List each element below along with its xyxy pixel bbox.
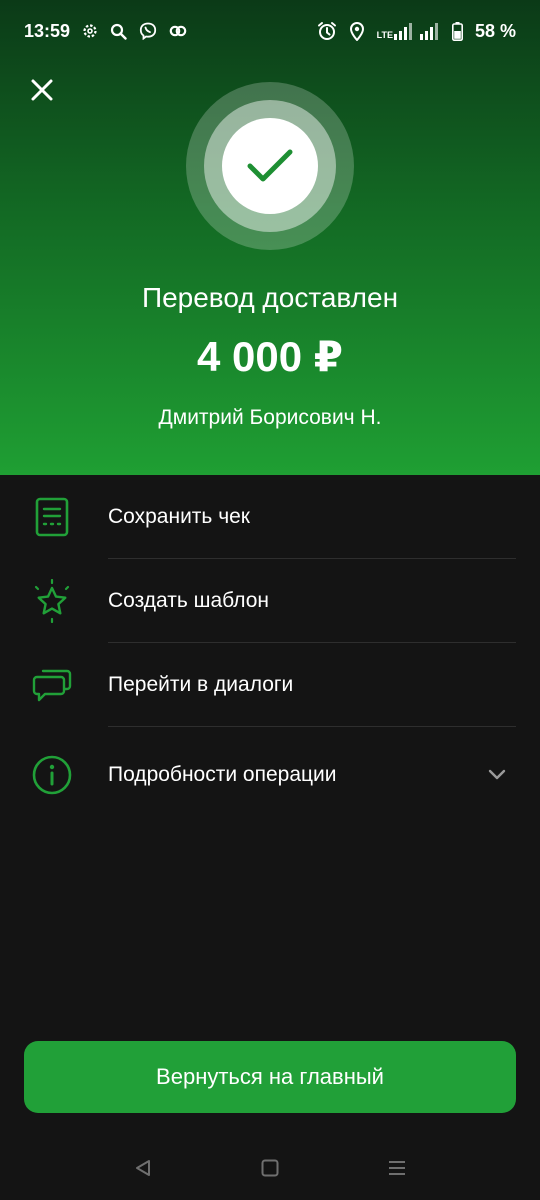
settings-icon (83, 24, 97, 38)
open-dialogs-item[interactable]: Перейти в диалоги (0, 643, 540, 727)
link-icon (169, 25, 187, 37)
info-icon (32, 755, 72, 795)
create-template-label: Создать шаблон (108, 589, 270, 612)
back-triangle-icon (136, 1160, 151, 1176)
recipient-name: Дмитрий Борисович Н. (158, 406, 382, 429)
network-type: LTE (376, 30, 393, 40)
open-dialogs-label: Перейти в диалоги (108, 673, 294, 696)
success-badge (186, 82, 354, 250)
star-icon (34, 579, 70, 623)
status-bar: 13:59 LTE 58 % (0, 0, 540, 62)
receipt-icon (35, 497, 69, 537)
search-icon (110, 23, 127, 40)
checkmark-icon (247, 149, 293, 182)
action-list: Сохранить чек Создать шаблон Перейти в д… (0, 475, 540, 823)
alarm-icon (317, 22, 336, 40)
back-to-main-button[interactable]: Вернуться на главный (24, 1041, 516, 1113)
save-receipt-label: Сохранить чек (108, 505, 250, 528)
transfer-amount: 4 000 ₽ (197, 333, 343, 380)
viber-icon (139, 22, 157, 40)
create-template-item[interactable]: Создать шаблон (0, 559, 540, 643)
chevron-down-icon[interactable] (488, 769, 506, 781)
operation-details-label: Подробности операции (108, 763, 337, 786)
signal-icon (393, 23, 438, 40)
chat-icon (32, 669, 72, 702)
nav-back-button[interactable] (123, 1148, 163, 1188)
battery-percent: 58 % (474, 20, 516, 41)
nav-recents-button[interactable] (377, 1148, 417, 1188)
transfer-status-title: Перевод доставлен (141, 282, 399, 313)
operation-details-item[interactable]: Подробности операции (0, 727, 540, 823)
battery-icon (451, 21, 463, 41)
clock: 13:59 (24, 20, 71, 41)
close-icon (31, 79, 53, 101)
close-button[interactable] (26, 74, 58, 106)
nav-home-button[interactable] (250, 1148, 290, 1188)
menu-lines-icon (388, 1161, 405, 1175)
save-receipt-item[interactable]: Сохранить чек (0, 475, 540, 559)
home-square-icon (261, 1159, 279, 1177)
location-icon (349, 22, 364, 41)
system-nav-bar (0, 1136, 540, 1200)
